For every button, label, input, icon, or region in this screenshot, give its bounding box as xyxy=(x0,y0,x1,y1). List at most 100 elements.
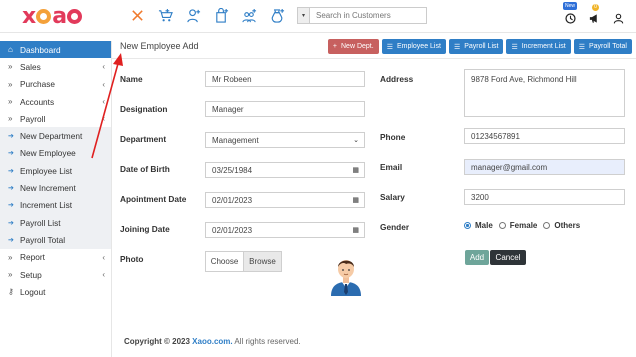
chevron-down-icon: ⌄ xyxy=(353,137,359,144)
calendar-icon[interactable]: ▦ xyxy=(352,166,359,174)
circle-arrow-icon: ➔ xyxy=(8,133,14,141)
sidebar-item-increment-list[interactable]: ➔ Increment List xyxy=(0,196,111,214)
sidebar-item-payroll-total[interactable]: ➔ Payroll Total xyxy=(0,231,111,249)
payroll-list-button[interactable]: ☰ Payroll List xyxy=(448,39,504,54)
page-title: New Employee Add xyxy=(120,41,199,51)
appointment-date-field[interactable]: 02/01/2023 ▦ xyxy=(205,192,365,208)
megaphone-icon[interactable]: 0 xyxy=(587,4,601,24)
chevron-left-icon: ‹ xyxy=(102,252,105,262)
circle-arrow-icon: ➔ xyxy=(8,150,14,158)
logo-o-orange xyxy=(36,8,52,24)
sidebar-item-purchase[interactable]: » Purchase ‹ xyxy=(0,76,111,93)
sidebar-item-accounts[interactable]: » Accounts ‹ xyxy=(0,93,111,110)
sidebar-item-label: Report xyxy=(20,252,45,263)
rights-text: All rights reserved. xyxy=(234,337,301,346)
dob-field[interactable]: 03/25/1984 ▦ xyxy=(205,162,365,178)
list-icon: ☰ xyxy=(578,43,585,51)
logo-o-red xyxy=(67,8,83,24)
sidebar-item-label: New Department xyxy=(20,131,83,142)
gender-label: Gender xyxy=(380,222,410,232)
salary-field[interactable]: 3200 xyxy=(464,189,625,205)
circle-arrow-icon: ➔ xyxy=(8,202,14,210)
salary-label: Salary xyxy=(380,192,405,202)
money-bag-add-icon[interactable] xyxy=(268,6,286,24)
home-icon: ⌂ xyxy=(8,45,13,55)
user-icon[interactable] xyxy=(611,4,625,24)
search-scope-dropdown[interactable]: ▾ xyxy=(298,8,310,23)
double-chevron-icon: » xyxy=(8,62,13,72)
sidebar-item-label: Logout xyxy=(20,286,46,297)
sidebar-item-label: Employee List xyxy=(20,165,73,176)
sidebar-item-employee-list[interactable]: ➔ Employee List xyxy=(0,162,111,180)
sidebar-item-payroll[interactable]: » Payroll ‹ xyxy=(0,110,111,127)
sidebar-item-label: Increment List xyxy=(20,200,73,211)
gender-female-radio[interactable] xyxy=(498,222,506,229)
logo-a: a xyxy=(52,3,67,29)
email-field[interactable]: manager@gmail.com xyxy=(464,159,625,175)
dob-label: Date of Birth xyxy=(120,164,170,174)
employee-list-label: Employee List xyxy=(396,43,441,50)
sidebar-item-label: New Increment xyxy=(20,183,76,194)
joining-label: Joining Date xyxy=(120,224,170,234)
address-label: Address xyxy=(380,74,414,84)
circle-arrow-icon: ➔ xyxy=(8,236,14,244)
chevron-left-icon: ‹ xyxy=(102,270,105,279)
payroll-total-button[interactable]: ☰ Payroll Total xyxy=(573,39,632,54)
gender-male-label: Male xyxy=(475,221,493,230)
address-field[interactable]: 9878 Ford Ave, Richmond Hill xyxy=(464,69,625,117)
sidebar-item-new-employee[interactable]: ➔ New Employee xyxy=(0,144,111,163)
new-badge: New xyxy=(563,2,578,10)
list-icon: ☰ xyxy=(386,43,393,51)
sidebar-item-new-department[interactable]: ➔ New Department xyxy=(0,127,111,145)
browse-button[interactable]: Browse xyxy=(243,252,281,271)
designation-label: Designation xyxy=(120,104,168,114)
sidebar-item-label: Sales xyxy=(20,61,41,72)
footer-brand-link[interactable]: Xaoo.com. xyxy=(192,337,232,346)
content-header: New Employee Add + New Dept. ☰ Employee Li… xyxy=(112,33,636,59)
gender-male-radio[interactable] xyxy=(464,222,471,229)
circle-arrow-icon: ➔ xyxy=(8,219,14,227)
cancel-button[interactable]: Cancel xyxy=(490,250,526,265)
bag-add-icon[interactable] xyxy=(212,6,230,24)
user-add-icon[interactable] xyxy=(184,6,202,24)
chevron-left-icon: ‹ xyxy=(102,97,105,107)
sidebar-item-sales[interactable]: » Sales ‹ xyxy=(0,58,111,75)
search-input[interactable] xyxy=(310,8,426,23)
sidebar-item-dashboard[interactable]: ⌂ Dashboard xyxy=(0,41,111,59)
sidebar-item-label: Payroll xyxy=(20,113,46,124)
sidebar-item-payroll-list[interactable]: ➔ Payroll List xyxy=(0,213,111,232)
joining-date-field[interactable]: 02/01/2023 ▦ xyxy=(205,222,365,238)
close-icon[interactable] xyxy=(128,6,146,24)
calendar-icon[interactable]: ▦ xyxy=(352,226,359,234)
chevron-left-icon: ‹ xyxy=(102,79,105,89)
employee-list-button[interactable]: ☰ Employee List xyxy=(381,39,446,54)
name-field[interactable]: Mr Robeen xyxy=(205,71,365,87)
sidebar-item-report[interactable]: » Report ‹ xyxy=(0,249,111,266)
list-icon: ☰ xyxy=(511,43,518,51)
dob-value: 03/25/1984 xyxy=(212,165,253,175)
search-box: ▾ xyxy=(297,7,427,24)
increment-list-label: Increment List xyxy=(521,43,566,50)
gender-others-radio[interactable] xyxy=(543,222,551,229)
list-icon: ☰ xyxy=(453,43,461,51)
increment-list-button[interactable]: ☰ Increment List xyxy=(506,39,571,54)
sidebar-item-logout[interactable]: ⚷ Logout xyxy=(0,283,111,300)
cart-add-icon[interactable] xyxy=(156,6,174,24)
new-dept-button[interactable]: + New Dept. xyxy=(327,39,379,54)
circle-arrow-icon: ➔ xyxy=(8,185,14,193)
photo-file-input[interactable]: Choose Browse xyxy=(205,251,282,272)
sidebar-item-setup[interactable]: » Setup ‹ xyxy=(0,266,111,283)
users-add-icon[interactable] xyxy=(240,6,258,24)
calendar-icon[interactable]: ▦ xyxy=(352,196,359,204)
sidebar-item-label: Payroll Total xyxy=(20,234,66,245)
phone-field[interactable]: 01234567891 xyxy=(464,128,625,144)
name-label: Name xyxy=(120,74,143,84)
app-logo[interactable]: xa xyxy=(22,3,83,29)
department-select[interactable]: Management ⌄ xyxy=(205,132,365,148)
add-button[interactable]: Add xyxy=(465,250,489,265)
sidebar-item-label: Purchase xyxy=(20,79,56,90)
sidebar-item-new-increment[interactable]: ➔ New Increment xyxy=(0,179,111,197)
sidebar-item-label: Dashboard xyxy=(20,44,61,55)
designation-field[interactable]: Manager xyxy=(205,101,365,117)
clock-icon[interactable]: New xyxy=(563,2,578,24)
